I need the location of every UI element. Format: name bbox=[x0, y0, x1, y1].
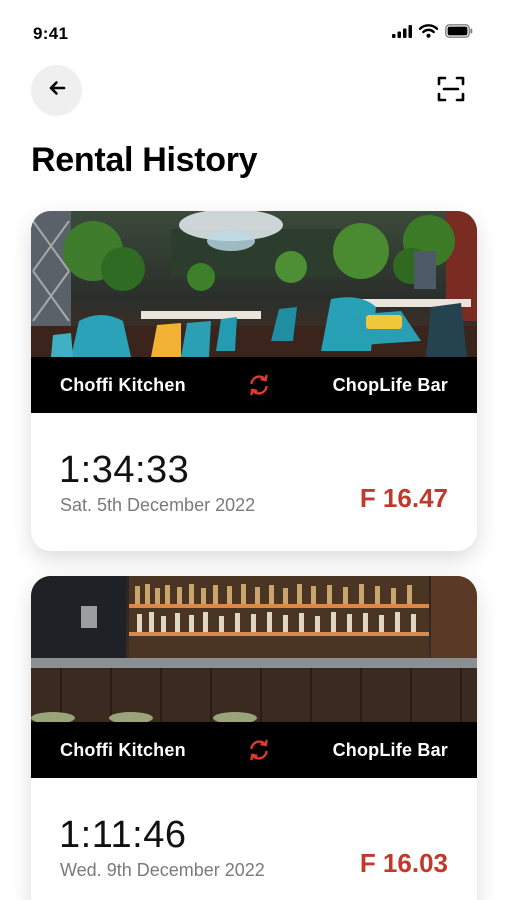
signal-icon bbox=[392, 24, 412, 43]
route-to: ChopLife Bar bbox=[332, 739, 448, 760]
rental-price: F 16.03 bbox=[359, 848, 448, 878]
rental-price: F 16.47 bbox=[359, 483, 448, 513]
wifi-icon bbox=[418, 24, 439, 43]
battery-icon bbox=[445, 24, 473, 43]
scan-icon bbox=[437, 76, 465, 107]
rental-duration: 1:34:33 bbox=[59, 449, 190, 491]
rental-details: 1:34:33 Sat. 5th December 2022 F 16.47 bbox=[31, 413, 477, 551]
rental-card[interactable]: Choffi Kitchen ChopLife Bar 1:11:46 Wed.… bbox=[31, 576, 477, 900]
rental-details: 1:11:46 Wed. 9th December 2022 F 16.03 bbox=[31, 778, 477, 900]
rental-image-restaurant bbox=[31, 211, 477, 357]
rental-card[interactable]: Choffi Kitchen ChopLife Bar 1:34:33 Sat.… bbox=[31, 211, 477, 551]
route-from: Choffi Kitchen bbox=[60, 739, 186, 760]
rental-date: Sat. 5th December 2022 bbox=[60, 495, 256, 515]
route-from: Choffi Kitchen bbox=[60, 374, 186, 395]
route-to: ChopLife Bar bbox=[332, 374, 448, 395]
rental-duration: 1:11:46 bbox=[59, 814, 187, 856]
status-time: 9:41 bbox=[33, 24, 69, 43]
scan-button[interactable] bbox=[436, 76, 466, 106]
arrow-left-icon bbox=[48, 80, 66, 101]
route-bar: Choffi Kitchen ChopLife Bar bbox=[31, 357, 477, 413]
swap-icon bbox=[246, 737, 272, 763]
page-title: Rental History bbox=[31, 141, 258, 179]
status-bar: 9:41 bbox=[0, 0, 507, 60]
back-button[interactable] bbox=[31, 65, 82, 116]
rental-date: Wed. 9th December 2022 bbox=[60, 860, 265, 880]
rental-image-bar bbox=[31, 576, 477, 722]
route-bar: Choffi Kitchen ChopLife Bar bbox=[31, 722, 477, 778]
status-icons bbox=[392, 24, 473, 43]
swap-icon bbox=[246, 372, 272, 398]
